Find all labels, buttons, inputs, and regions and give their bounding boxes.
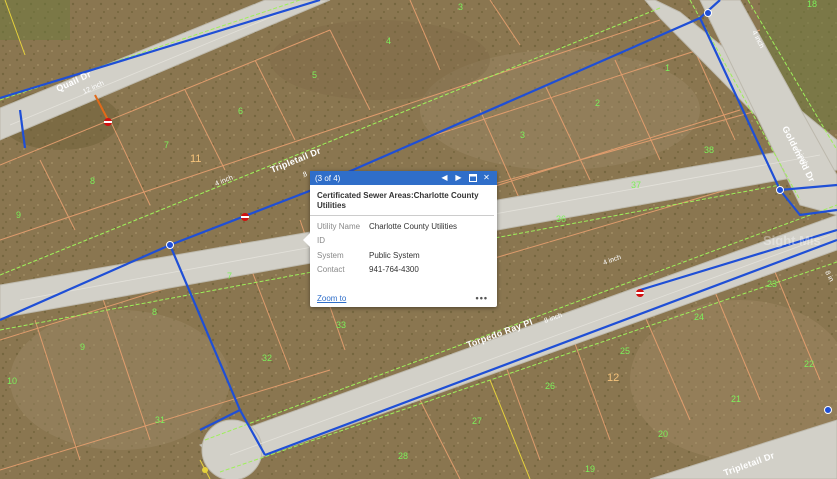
- parcel-number: 24: [694, 312, 704, 322]
- parcel-number: 37: [631, 180, 641, 190]
- more-icon[interactable]: •••: [476, 293, 488, 303]
- attribute-row: Utility Name Charlotte County Utilities: [317, 219, 490, 234]
- popup-feature-counter: (3 of 4): [315, 173, 341, 183]
- parcel-number: 38: [704, 145, 714, 155]
- popup-attribute-table: Utility Name Charlotte County Utilities …: [310, 216, 497, 277]
- attribute-value: 941-764-4300: [369, 265, 419, 275]
- parcel-number: 26: [545, 381, 555, 391]
- popup-pointer: [303, 233, 310, 247]
- parcel-number: 36: [556, 214, 566, 224]
- parcel-number: 18: [807, 0, 817, 9]
- parcel-number: 9: [80, 342, 85, 352]
- feature-popup: (3 of 4) ◀ ▶ ✕ Certificated Sewer Areas:…: [303, 171, 497, 307]
- zoom-to-link[interactable]: Zoom to: [317, 294, 346, 303]
- popup-footer: Zoom to •••: [317, 292, 488, 304]
- popup-header: (3 of 4) ◀ ▶ ✕: [310, 171, 497, 185]
- parcel-number: 22: [804, 359, 814, 369]
- parcel-number: 3: [520, 130, 525, 140]
- maximize-icon[interactable]: [467, 173, 478, 184]
- attribute-key: Contact: [317, 265, 345, 275]
- parcel-number: 7: [164, 140, 169, 150]
- triangle-left-icon[interactable]: ◀: [439, 173, 450, 184]
- attribute-value: Charlotte County Utilities: [369, 221, 458, 231]
- parcel-number: 7: [227, 271, 232, 281]
- block-number: 11: [190, 153, 201, 165]
- attribute-row: System Public System: [317, 248, 490, 263]
- attribute-row: ID: [317, 234, 490, 249]
- parcel-number: 3: [458, 2, 463, 12]
- parcel-number: 25: [620, 346, 630, 356]
- parcel-number: 31: [155, 415, 165, 425]
- attribute-key: ID: [317, 236, 325, 246]
- triangle-right-icon[interactable]: ▶: [453, 173, 464, 184]
- parcel-number: 19: [585, 464, 595, 474]
- attribute-value: Public System: [369, 250, 420, 260]
- map-watermark: Sight Mis: [763, 233, 821, 248]
- parcel-number: 4: [386, 36, 391, 46]
- attribute-row: Contact 941-764-4300: [317, 263, 490, 278]
- parcel-number: 1: [665, 63, 670, 73]
- parcel-number: 9: [16, 210, 21, 220]
- map-view[interactable]: Quail Dr Tripletail Dr Torpedo Ray Pl Go…: [0, 0, 837, 479]
- attribute-key: System: [317, 250, 344, 260]
- parcel-number: 28: [398, 451, 408, 461]
- parcel-number: 33: [336, 320, 346, 330]
- popup-title: Certificated Sewer Areas:Charlotte Count…: [310, 185, 494, 216]
- parcel-number: 27: [472, 416, 482, 426]
- parcel-number: 5: [312, 70, 317, 80]
- parcel-number: 10: [7, 376, 17, 386]
- block-number: 12: [607, 372, 619, 384]
- parcel-number: 8: [152, 307, 157, 317]
- parcel-number: 2: [595, 98, 600, 108]
- parcel-number: 21: [731, 394, 741, 404]
- parcel-number: 20: [658, 429, 668, 439]
- parcel-number: 8: [90, 176, 95, 186]
- parcel-number: 23: [767, 279, 777, 289]
- attribute-key: Utility Name: [317, 221, 361, 231]
- close-icon[interactable]: ✕: [481, 173, 492, 184]
- parcel-number: 6: [238, 106, 243, 116]
- parcel-number: 32: [262, 353, 272, 363]
